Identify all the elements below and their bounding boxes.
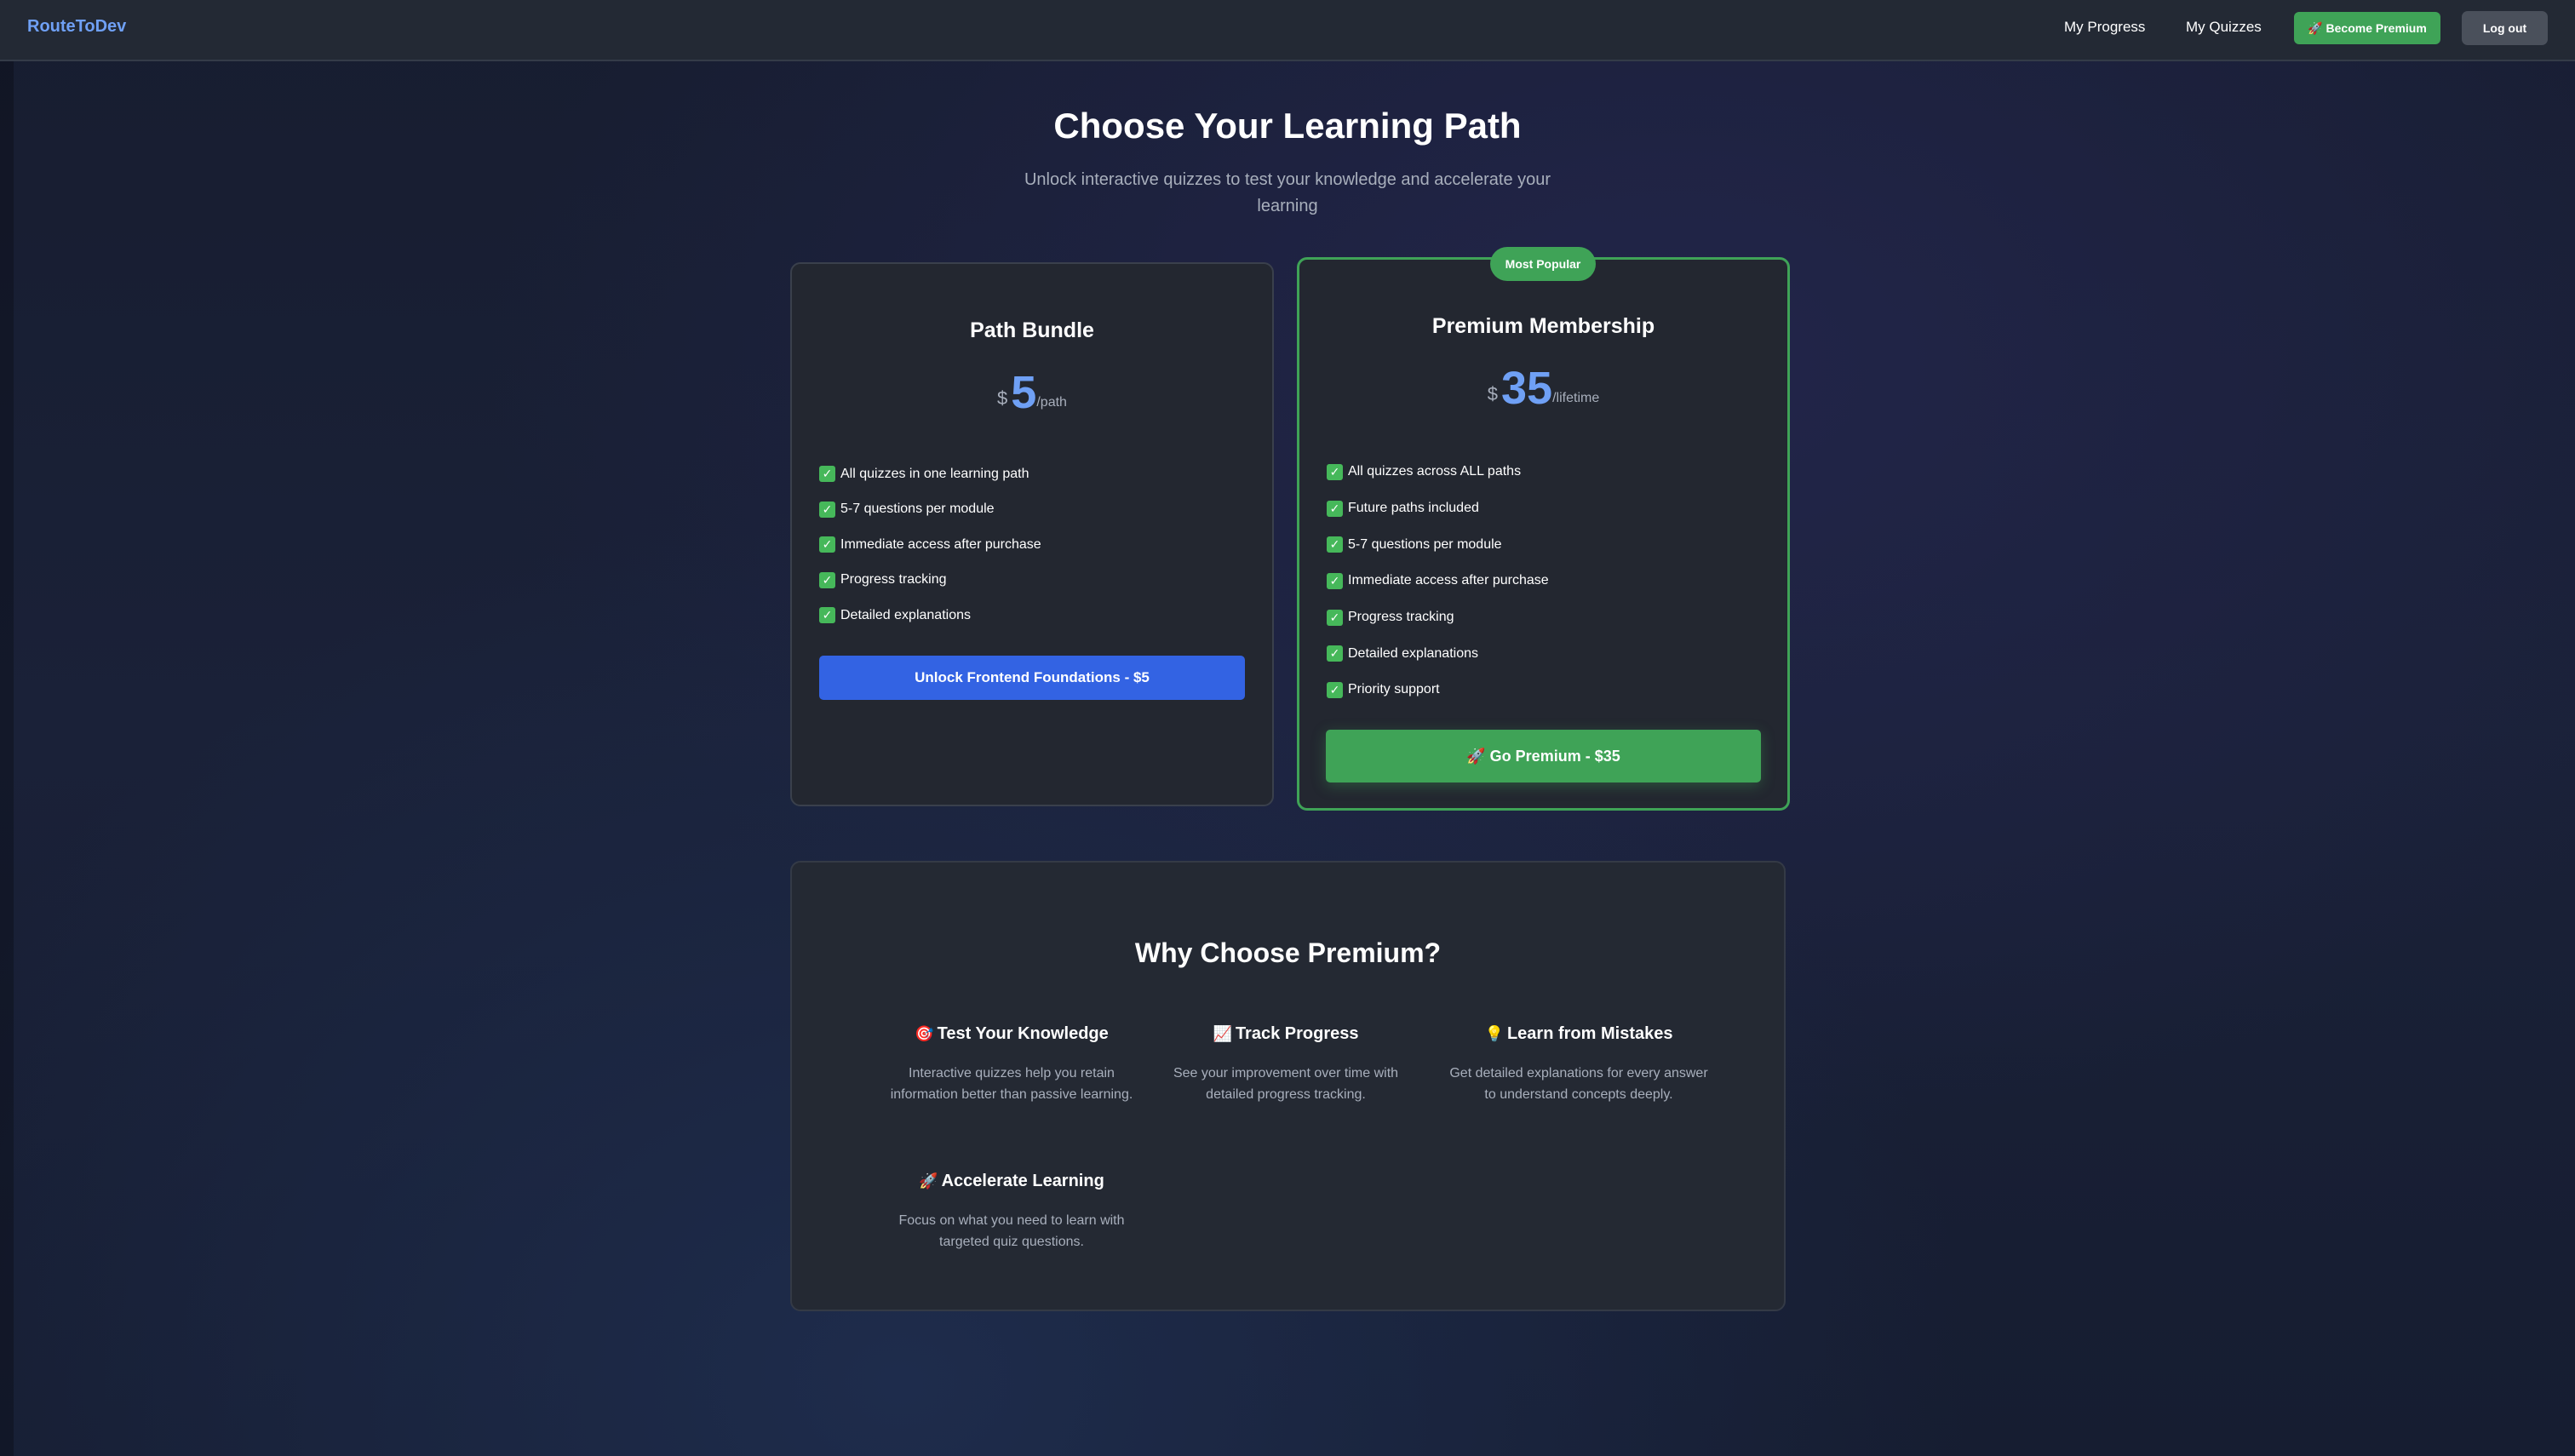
plan-price: $5/path (792, 366, 1272, 419)
currency-symbol: $ (997, 387, 1008, 409)
benefit-title-text: Test Your Knowledge (937, 1024, 1109, 1043)
feature-label: Future paths included (1348, 501, 1479, 516)
check-icon: ✓ (819, 571, 835, 588)
check-icon: ✓ (1327, 463, 1343, 480)
feature-item: ✓ Priority support (1327, 672, 1549, 708)
target-icon: 🎯 (915, 1025, 934, 1043)
benefit-learn-from-mistakes: 💡 Learn from Mistakes Get detailed explan… (1442, 1024, 1715, 1105)
currency-symbol: $ (1487, 383, 1499, 404)
premium-membership-card: Premium Membership $35/lifetime ✓ All qui… (1297, 257, 1790, 811)
feature-label: Progress tracking (1348, 610, 1454, 625)
feature-item: ✓ Immediate access after purchase (1327, 563, 1549, 599)
feature-item: ✓ Progress tracking (819, 563, 1041, 599)
feature-item: ✓ Detailed explanations (819, 598, 1041, 633)
page-title: Choose Your Learning Path (1053, 106, 1522, 146)
benefit-accelerate-learning: 🚀 Accelerate Learning Focus on what you n… (875, 1172, 1148, 1253)
benefit-title-text: Track Progress (1235, 1024, 1359, 1043)
feature-item: ✓ All quizzes across ALL paths (1327, 454, 1549, 490)
feature-label: All quizzes across ALL paths (1348, 464, 1522, 479)
benefit-test-knowledge: 🎯 Test Your Knowledge Interactive quizzes… (875, 1024, 1148, 1105)
unlock-path-button[interactable]: Unlock Frontend Foundations - $5 (819, 656, 1245, 700)
check-icon: ✓ (819, 466, 835, 483)
left-edge-strip (0, 61, 14, 1456)
feature-label: Immediate access after purchase (1348, 573, 1549, 588)
benefit-title: 🎯 Test Your Knowledge (875, 1024, 1148, 1048)
benefit-title: 🚀 Accelerate Learning (875, 1172, 1148, 1195)
feature-item: ✓ All quizzes in one learning path (819, 456, 1041, 492)
check-icon: ✓ (1327, 681, 1343, 698)
benefit-track-progress: 📈 Track Progress See your improvement ove… (1150, 1024, 1422, 1105)
feature-label: Progress tracking (840, 572, 947, 588)
check-icon: ✓ (819, 501, 835, 518)
light-bulb-icon: 💡 (1484, 1025, 1504, 1043)
plan-title: Premium Membership (1431, 314, 1655, 338)
rocket-icon: 🚀 (919, 1172, 938, 1190)
benefit-title-text: Learn from Mistakes (1506, 1024, 1673, 1043)
check-icon: ✓ (1327, 645, 1343, 662)
benefit-description: See your improvement over time with deta… (1173, 1066, 1399, 1102)
plan-price: $35/lifetime (1299, 362, 1787, 415)
feature-item: ✓ Detailed explanations (1327, 635, 1549, 672)
benefit-title-text: Accelerate Learning (941, 1172, 1104, 1190)
logout-button[interactable]: Log out (2462, 11, 2548, 45)
section-title: Why Choose Premium? (1134, 937, 1442, 968)
feature-label: Immediate access after purchase (840, 536, 1041, 552)
feature-label: Detailed explanations (1348, 645, 1478, 661)
nav-my-quizzes[interactable]: My Quizzes (2186, 19, 2262, 36)
logo[interactable]: RouteToDev (27, 17, 126, 37)
benefit-description: Get detailed explanations for every answ… (1449, 1066, 1708, 1102)
go-premium-button[interactable]: 🚀 Go Premium - $35 (1326, 730, 1761, 782)
feature-list: ✓ All quizzes across ALL paths ✓ Future pa… (1327, 454, 1549, 708)
feature-item: ✓ 5-7 questions per module (819, 492, 1041, 528)
feature-label: Detailed explanations (840, 607, 971, 622)
feature-item: ✓ Progress tracking (1327, 599, 1549, 636)
feature-list: ✓ All quizzes in one learning path ✓ 5-7 q… (819, 456, 1041, 633)
path-bundle-card: Path Bundle $5/path ✓ All quizzes in one … (790, 262, 1274, 806)
price-amount: 35 (1501, 363, 1553, 414)
check-icon: ✓ (1327, 609, 1343, 626)
feature-label: 5-7 questions per module (840, 502, 995, 517)
page-subtitle: Unlock interactive quizzes to test your … (1024, 170, 1551, 215)
feature-label: All quizzes in one learning path (840, 466, 1029, 481)
benefit-title: 📈 Track Progress (1150, 1024, 1422, 1048)
check-icon: ✓ (1327, 572, 1343, 589)
check-icon: ✓ (819, 607, 835, 624)
price-amount: 5 (1011, 367, 1037, 418)
benefit-title: 💡 Learn from Mistakes (1442, 1024, 1715, 1048)
plan-title: Path Bundle (970, 318, 1094, 342)
top-navbar: RouteToDev My Progress My Quizzes 🚀 Beco… (0, 0, 2575, 61)
price-period: /path (1036, 395, 1067, 410)
check-icon: ✓ (1327, 500, 1343, 517)
check-icon: ✓ (819, 536, 835, 553)
feature-label: Priority support (1348, 682, 1440, 697)
most-popular-badge: Most Popular (1490, 247, 1596, 281)
become-premium-button[interactable]: 🚀 Become Premium (2294, 12, 2440, 44)
feature-label: 5-7 questions per module (1348, 536, 1502, 552)
price-period: /lifetime (1552, 391, 1600, 405)
benefit-description: Focus on what you need to learn with tar… (898, 1213, 1125, 1249)
feature-item: ✓ Immediate access after purchase (819, 527, 1041, 563)
chart-increasing-icon: 📈 (1213, 1025, 1232, 1043)
why-premium-section: Why Choose Premium? 🎯 Test Your Knowledge… (790, 861, 1786, 1311)
check-icon: ✓ (1327, 536, 1343, 553)
feature-item: ✓ Future paths included (1327, 490, 1549, 527)
nav-my-progress[interactable]: My Progress (2064, 19, 2145, 36)
benefit-description: Interactive quizzes help you retain info… (890, 1066, 1133, 1102)
feature-item: ✓ 5-7 questions per module (1327, 526, 1549, 563)
